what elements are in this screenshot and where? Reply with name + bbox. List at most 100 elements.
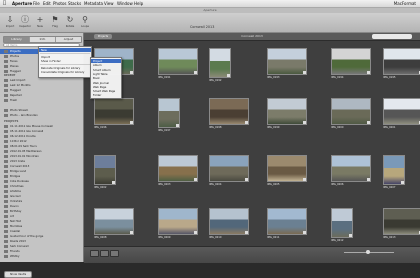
photo-caption: IMG_0203 [158,183,171,186]
sidebar-item-shared-stream[interactable]: Photo – Iain Brendan [4,113,38,118]
sidebar-item-label: Nat Hist [10,219,21,223]
version-badge-icon [245,231,248,234]
project-icon [4,199,8,203]
submenu-item-folder[interactable]: Folder [93,93,101,97]
photo-thumbnail[interactable] [383,155,405,185]
loupe-button[interactable]: ⚲ Loupe [78,15,92,31]
photo-thumbnail[interactable] [267,155,307,182]
version-badge-icon [194,231,197,234]
inspector-button[interactable]: ⓘ Inspector [18,15,32,31]
tab-adjust[interactable]: Adjust [56,37,81,42]
version-badge-icon [194,178,197,181]
photo-thumbnail[interactable] [209,155,249,182]
menu-photos[interactable]: Photos [53,0,67,7]
tab-library[interactable]: Library [4,37,30,42]
show-vaults-button[interactable]: Show Vaults [4,271,32,278]
menu-metadata[interactable]: Metadata [84,0,103,7]
menu-item-new[interactable]: New [39,48,91,52]
flag-icon [4,88,8,92]
photo-image [95,209,133,234]
photo-thumbnail[interactable] [158,208,198,235]
sidebar-item-label: Yorkshire [10,199,23,203]
menu-help[interactable]: Help [134,0,143,7]
menu-view[interactable]: View [104,0,114,7]
photo-caption: IMG_0197 [158,129,171,132]
tab-info[interactable]: Info [30,37,56,42]
import-button[interactable]: ⇩ Import [3,15,17,31]
photo-thumbnail[interactable] [383,208,420,235]
photo-thumbnail[interactable] [331,48,371,75]
photo-thumbnail[interactable] [383,48,420,75]
project-icon [4,229,8,233]
photo-caption: IMG_0202 [94,186,107,189]
user-name[interactable]: MacFormat [394,0,416,7]
sidebar-item-project[interactable]: Whitby [4,254,19,259]
photo-thumbnail[interactable] [209,48,231,78]
photo-thumbnail[interactable] [267,98,307,125]
photo-thumbnail[interactable] [331,98,371,125]
photo-thumbnail[interactable] [209,98,249,125]
photo-thumbnail[interactable] [94,208,134,235]
loupe-icon: ⚲ [82,15,88,24]
sidebar-item-label: Mumbles [10,224,23,228]
sidebar-item-label: Photos [10,54,20,58]
photo-thumbnail[interactable] [331,155,371,182]
sort-icon[interactable] [110,250,119,257]
grid-view-icon[interactable] [100,250,109,257]
photos-icon [4,54,8,58]
project-icon [4,214,8,218]
photo-caption: IMG_0210 [209,236,222,239]
photo-thumbnail[interactable] [267,48,307,75]
sidebar-item-label: Flagged [10,69,21,73]
photo-caption: IMG_0191 [158,76,171,79]
list-view-icon[interactable] [90,250,99,257]
flag-icon: ⚑ [51,15,59,24]
slider-knob[interactable] [366,250,370,254]
photo-thumbnail[interactable] [94,155,116,185]
apple-icon[interactable]:  [3,0,6,7]
photo-image [268,99,306,124]
flag-icon [4,69,8,73]
photo-thumbnail[interactable] [383,98,420,125]
photo-thumbnail[interactable] [158,155,198,182]
photo-thumbnail[interactable] [331,208,353,238]
sidebar-item-label: Projects [10,49,21,53]
project-icon [4,139,8,143]
photo-thumbnail[interactable] [267,208,307,235]
sidebar-item-label: Last 12 Months [10,83,31,87]
sidebar-item-label: Devon [10,204,19,208]
version-badge-icon [194,71,197,74]
menu-stacks[interactable]: Stacks [68,0,81,7]
photo-thumbnail[interactable] [209,208,249,235]
sidebar-item-label: Sark Cornwall [10,244,29,248]
photo-image [332,49,370,74]
photo-image [210,49,230,77]
photo-caption: IMG_0199 [267,126,280,129]
browser-search-input[interactable] [372,34,412,39]
photo-thumbnail[interactable] [94,98,134,125]
photo-thumbnail[interactable] [158,48,198,75]
flag-button[interactable]: ⚑ Flag [48,15,62,31]
project-icon [4,249,8,253]
menu-edit[interactable]: Edit [43,0,51,7]
reject-icon [4,93,8,97]
menu-file[interactable]: File [33,0,40,7]
version-badge-icon [367,121,370,124]
project-icon [4,174,8,178]
photo-thumbnail[interactable] [158,98,180,128]
menu-item-consolidate-originals[interactable]: Consolidate Originals for Library [41,70,84,74]
sidebar-item-trash[interactable]: Trash [4,98,17,103]
trash-icon [4,98,8,102]
sidebar-item-label: Lifetime [10,189,21,193]
photo-caption: IMG_0195 [383,76,396,79]
version-badge-icon [367,178,370,181]
menu-window[interactable]: Window [117,0,133,7]
menu-item-show-in-finder[interactable]: Show in Finder [41,59,61,63]
photo-caption: IMG_0208 [94,236,107,239]
photo-caption: IMG_0196 [94,126,107,129]
sidebar-item-label: Coastal [10,229,21,233]
new-button[interactable]: + New [33,15,47,31]
photo-image [268,49,306,74]
menu-aperture[interactable]: Aperture [12,0,32,7]
rotate-button[interactable]: ↻ Rotate [63,15,77,31]
